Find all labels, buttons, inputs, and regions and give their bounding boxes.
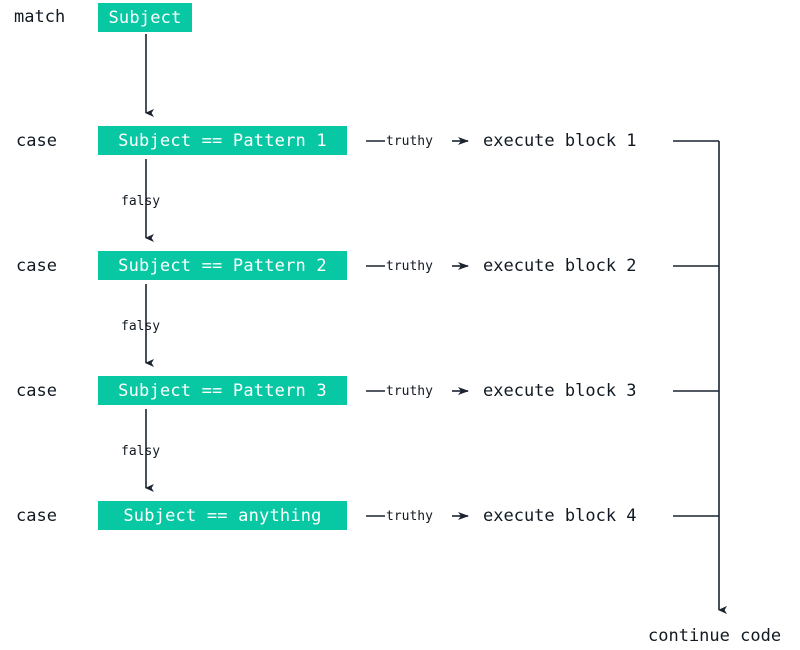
node-condition-4[interactable]: Subject == anything — [98, 501, 347, 530]
keyword-case-4: case — [16, 506, 57, 526]
node-subject[interactable]: Subject — [98, 3, 192, 32]
node-condition-2[interactable]: Subject == Pattern 2 — [98, 251, 347, 280]
flowchart-connectors — [145, 34, 727, 614]
edge-merge-rail — [673, 140, 727, 614]
edge-label-truthy-2: truthy — [386, 259, 433, 274]
edge-label-falsy-2: falsy — [121, 319, 161, 334]
keyword-case-3: case — [16, 381, 57, 401]
node-continue-code[interactable]: continue code — [648, 628, 781, 645]
keyword-match: match — [14, 7, 66, 27]
keyword-case-1: case — [16, 131, 57, 151]
keyword-case-2: case — [16, 256, 57, 276]
edge-label-falsy-1: falsy — [121, 194, 161, 209]
node-action-2[interactable]: execute block 2 — [483, 258, 637, 275]
node-action-1[interactable]: execute block 1 — [483, 133, 637, 150]
node-action-3[interactable]: execute block 3 — [483, 383, 637, 400]
edge-label-falsy-3: falsy — [121, 444, 161, 459]
edge-label-truthy-4: truthy — [386, 509, 433, 524]
node-condition-1[interactable]: Subject == Pattern 1 — [98, 126, 347, 155]
flowchart-canvas: match Subject case Subject == Pattern 1 … — [0, 0, 800, 650]
edge-label-truthy-1: truthy — [386, 134, 433, 149]
node-action-4[interactable]: execute block 4 — [483, 508, 637, 525]
node-condition-3[interactable]: Subject == Pattern 3 — [98, 376, 347, 405]
edge-label-truthy-3: truthy — [386, 384, 433, 399]
